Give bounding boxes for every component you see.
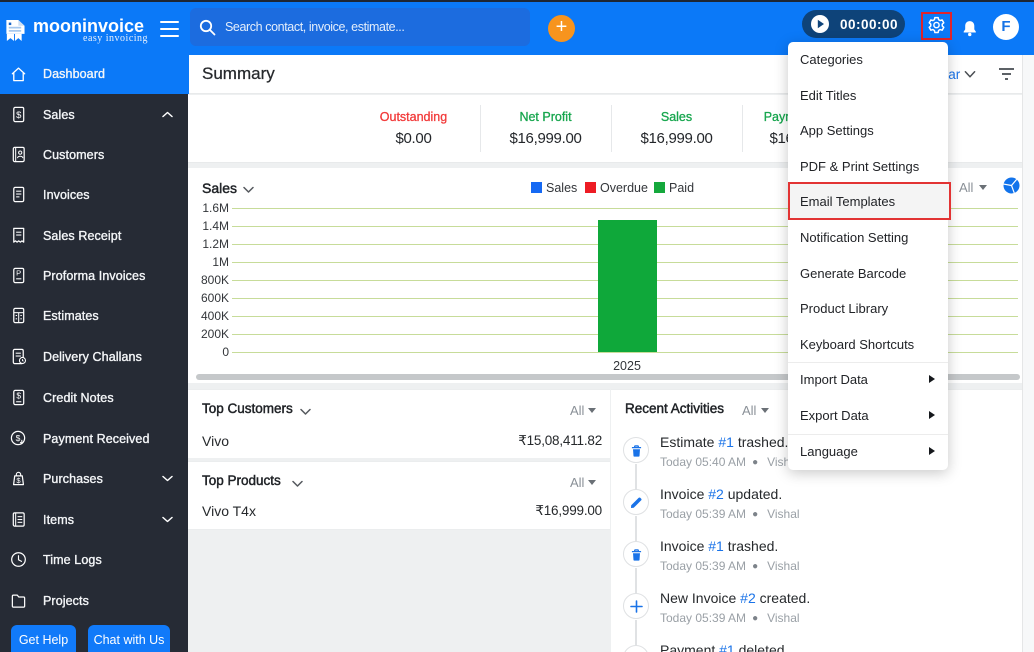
- svg-text:P: P: [16, 269, 21, 278]
- svg-text:$: $: [16, 476, 21, 485]
- svg-text:$: $: [16, 110, 22, 121]
- svg-text:$: $: [16, 433, 21, 443]
- svg-text:$: $: [16, 390, 21, 400]
